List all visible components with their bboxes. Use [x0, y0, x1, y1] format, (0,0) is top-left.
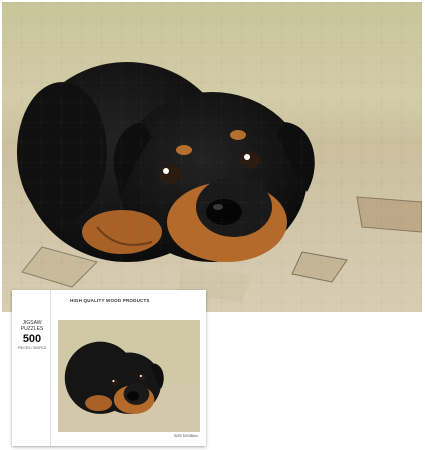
- jigsaw-label: JIGSAW PUZZLES: [20, 320, 44, 332]
- assembled-puzzle: [2, 2, 422, 312]
- box-thumbnail: [58, 320, 200, 432]
- box-side-panel: [12, 290, 51, 446]
- box-puppy-photo: [58, 320, 200, 432]
- size-text: SIZE 52X38cm: [174, 434, 198, 438]
- brand-text: HIGH QUALITY WOOD PRODUCTS: [70, 298, 150, 303]
- puppy-photo: [2, 2, 422, 312]
- product-image: { "product": { "brand_text": "HIGH QUALI…: [0, 0, 425, 450]
- piece-unit: PIECES / 500PCS: [17, 346, 47, 350]
- puzzle-box: HIGH QUALITY WOOD PRODUCTS JIGSAW PUZZLE…: [12, 290, 206, 446]
- piece-count: 500: [22, 333, 42, 345]
